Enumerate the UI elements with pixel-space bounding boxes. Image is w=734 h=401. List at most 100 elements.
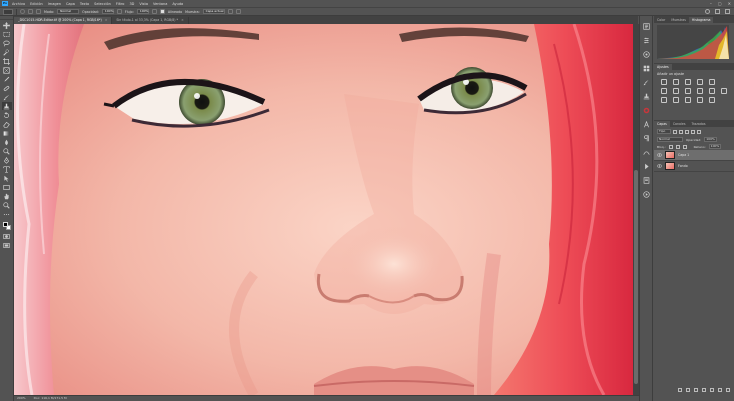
lock-position-icon[interactable]	[675, 144, 680, 149]
blur-tool-icon[interactable]	[2, 138, 12, 146]
menu-capa[interactable]: Capa	[66, 2, 75, 6]
maximize-button[interactable]: ▢	[718, 1, 722, 6]
history-panel-icon[interactable]	[642, 22, 650, 30]
eye-icon[interactable]	[657, 164, 662, 168]
posterize-icon[interactable]	[673, 97, 679, 103]
exposure-icon[interactable]	[697, 79, 703, 85]
frame-tool-icon[interactable]	[2, 66, 12, 74]
brightness-icon[interactable]	[661, 79, 667, 85]
menu-ventana[interactable]: Ventana	[153, 2, 167, 6]
color-balance-icon[interactable]	[673, 88, 679, 94]
link-layers-icon[interactable]	[678, 387, 682, 392]
opacity-field[interactable]: 100%	[101, 9, 114, 14]
clone-source-panel-icon[interactable]	[642, 92, 650, 100]
gradient-map-icon[interactable]	[697, 97, 703, 103]
selective-color-icon[interactable]	[709, 97, 715, 103]
tab-channels[interactable]: Canales	[670, 121, 689, 127]
pressure-size-icon[interactable]	[235, 9, 241, 14]
pen-tool-icon[interactable]	[2, 156, 12, 164]
move-tool-icon[interactable]	[2, 21, 12, 29]
share-icon[interactable]	[725, 9, 730, 14]
filter-smart-object-icon[interactable]	[697, 129, 701, 134]
quick-select-tool-icon[interactable]	[2, 48, 12, 56]
menu-filtro[interactable]: Filtro	[116, 2, 125, 6]
crop-tool-icon[interactable]	[2, 57, 12, 65]
layer-style-icon[interactable]	[686, 387, 690, 392]
close-icon[interactable]: ×	[181, 18, 184, 22]
sample-select[interactable]: Capa actual	[202, 9, 225, 14]
aligned-checkbox[interactable]	[159, 9, 165, 14]
menu-imagen[interactable]: Imagen	[48, 2, 61, 6]
menu-ayuda[interactable]: Ayuda	[172, 2, 183, 6]
blend-mode-select[interactable]: Normal	[657, 137, 683, 142]
hand-tool-icon[interactable]	[2, 192, 12, 200]
photo-filter-icon[interactable]	[697, 88, 703, 94]
filter-adjustment-icon[interactable]	[679, 129, 683, 134]
menu-archivo[interactable]: Archivo	[12, 2, 25, 6]
filter-pixel-icon[interactable]	[673, 129, 677, 134]
foreground-color-swatch[interactable]	[2, 222, 8, 227]
libraries-panel-icon[interactable]	[642, 176, 650, 184]
actions-panel-icon[interactable]	[642, 162, 650, 170]
clone-stamp-tool-icon[interactable]	[1, 102, 12, 110]
document-canvas[interactable]	[14, 24, 633, 395]
rectangle-tool-icon[interactable]	[2, 183, 12, 191]
hue-saturation-icon[interactable]	[661, 88, 667, 94]
paragraph-panel-icon[interactable]	[642, 134, 650, 142]
pressure-opacity-icon[interactable]	[116, 9, 122, 14]
lock-pixels-icon[interactable]	[668, 144, 673, 149]
new-adjustment-icon[interactable]	[702, 387, 706, 392]
ignore-adjustments-icon[interactable]	[227, 9, 233, 14]
new-group-icon[interactable]	[710, 387, 714, 392]
lock-all-icon[interactable]	[682, 144, 687, 149]
mode-select[interactable]: Normal	[57, 9, 80, 14]
learn-panel-icon[interactable]	[642, 190, 650, 198]
brush-panel-icon[interactable]	[642, 78, 650, 86]
zoom-level[interactable]: 200%	[17, 396, 26, 401]
character-panel-icon[interactable]	[642, 120, 650, 128]
tab-document-2[interactable]: Sin título-1 al 33,3% (Capa 1, RGB/8) * ×	[112, 17, 189, 24]
scrollbar-thumb[interactable]	[634, 170, 638, 384]
layer-row[interactable]: Capa 1	[654, 150, 734, 161]
marquee-tool-icon[interactable]	[2, 30, 12, 38]
zoom-tool-icon[interactable]	[2, 201, 12, 209]
layer-kind-select[interactable]: Tipo	[657, 129, 671, 134]
tab-adjustments[interactable]: Ajustes	[654, 64, 672, 70]
layer-row[interactable]: Fondo	[654, 161, 734, 172]
flow-field[interactable]: 100%	[136, 9, 149, 14]
close-window-button[interactable]: ✕	[728, 1, 731, 6]
eyedropper-tool-icon[interactable]	[2, 75, 12, 83]
airbrush-icon[interactable]	[151, 9, 157, 14]
clone-source-icon[interactable]	[36, 9, 41, 14]
filter-shape-icon[interactable]	[691, 129, 695, 134]
new-layer-icon[interactable]	[718, 387, 722, 392]
workspace-icon[interactable]	[715, 9, 720, 14]
tab-layers[interactable]: Capas	[654, 121, 670, 127]
brush-tool-icon[interactable]	[2, 93, 12, 101]
dodge-tool-icon[interactable]	[2, 147, 12, 155]
threshold-icon[interactable]	[685, 97, 691, 103]
color-swatches[interactable]	[2, 221, 12, 231]
layer-opacity-field[interactable]: 100%	[704, 137, 717, 142]
menu-seleccion[interactable]: Selección	[94, 2, 111, 6]
eraser-tool-icon[interactable]	[2, 120, 12, 128]
curves-icon[interactable]	[685, 79, 691, 85]
color-lookup-icon[interactable]	[721, 88, 727, 94]
channel-mixer-icon[interactable]	[709, 88, 715, 94]
search-icon[interactable]	[705, 9, 710, 14]
vibrance-icon[interactable]	[709, 79, 715, 85]
healing-brush-tool-icon[interactable]	[2, 84, 12, 92]
adobe-color-icon[interactable]	[642, 106, 650, 114]
history-brush-tool-icon[interactable]	[2, 111, 12, 119]
add-mask-icon[interactable]	[694, 387, 698, 392]
menu-edicion[interactable]: Edición	[30, 2, 43, 6]
minimize-button[interactable]: –	[710, 1, 712, 6]
paths-panel-icon[interactable]	[642, 148, 650, 156]
properties-panel-icon[interactable]	[642, 36, 650, 44]
toolbar-grip[interactable]	[0, 16, 13, 20]
tab-document-1[interactable]: _DSC1015-HDR-Editar.tif @ 200% (Capa 1, …	[14, 17, 113, 24]
levels-icon[interactable]	[673, 79, 679, 85]
black-white-icon[interactable]	[685, 88, 691, 94]
type-tool-icon[interactable]	[2, 165, 12, 173]
quick-mask-icon[interactable]	[2, 232, 12, 240]
